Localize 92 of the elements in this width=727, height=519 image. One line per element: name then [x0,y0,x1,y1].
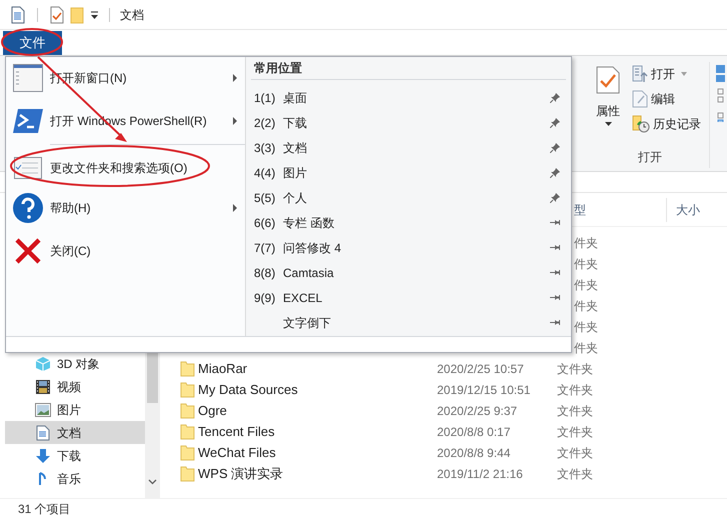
recent-place-item[interactable]: 3(3) 文档 [246,135,571,160]
file-name[interactable]: Ogre [198,400,227,420]
unpinned-icon[interactable] [550,269,561,276]
pin-icon[interactable] [550,167,561,178]
properties-icon[interactable] [50,6,64,24]
date-cell: 2020/2/25 9:37 [437,404,518,418]
date-cell: 2019/12/15 10:51 [437,382,530,396]
group-label: 打开 [638,149,662,166]
picture-icon [35,402,51,416]
recent-place-item[interactable]: 8(8) Camtasia [246,260,571,285]
recent-place-item[interactable]: 文字倒下 [246,310,571,335]
properties-icon [596,66,620,94]
folder-icon [180,360,195,376]
folder-icon [180,424,195,440]
nav-item[interactable]: 视频 [5,375,145,398]
type-cell: 件夹 [574,340,598,354]
nav-item[interactable]: 3D 对象 [5,352,145,375]
menu-item[interactable]: 帮助(H) [6,188,245,228]
pin-icon[interactable] [550,142,561,153]
menu-item[interactable]: 更改文件夹和搜索选项(O) [6,144,245,188]
pin-icon[interactable] [550,117,561,128]
type-cell: 文件夹 [557,446,593,460]
recent-place-item[interactable]: 5(5) 个人 [246,185,571,210]
scroll-down-icon[interactable] [148,479,157,485]
file-name[interactable]: Tencent Files [198,422,275,442]
recent-place-item[interactable]: 7(7) 问答修改 4 [246,235,571,260]
type-cell: 文件夹 [557,404,593,418]
recent-place-item[interactable]: 4(4) 图片 [246,160,571,185]
cube-icon [35,356,51,372]
submenu-arrow-icon [233,204,237,212]
type-cell: 文件夹 [557,362,593,376]
nav-item[interactable]: 下载 [5,444,145,467]
nav-item[interactable]: 图片 [5,398,145,421]
recent-place-item[interactable]: 9(9) EXCEL [246,285,571,310]
caret-icon [604,122,612,126]
column-header[interactable]: 型 [574,200,586,218]
edit-icon [632,90,648,108]
date-cell: 2020/2/25 10:57 [437,362,524,376]
folder-icon [180,444,195,460]
folder-icon [180,402,195,418]
ribbon-button[interactable]: 打开 [632,64,701,84]
dropdown-caret-icon[interactable] [90,10,99,20]
menu-item[interactable]: 关闭(C) [6,231,245,271]
type-cell: 件夹 [574,236,598,250]
terminal-icon [12,108,44,134]
type-cell: 件夹 [574,320,598,334]
download-arrow-icon [35,448,51,464]
help-icon [12,192,44,224]
options-icon [12,157,44,179]
pin-icon[interactable] [550,192,561,203]
nav-item[interactable]: 文档 [5,421,145,444]
date-cell: 2020/8/8 0:17 [437,424,510,438]
recent-place-item[interactable]: 6(6) 专栏 函数 [246,210,571,235]
type-cell: 文件夹 [557,382,593,396]
nav-item[interactable]: 音乐 [5,467,145,490]
panel-heading: 常用位置 [253,60,302,76]
unpinned-icon[interactable] [550,294,561,301]
window-icon [12,64,44,92]
history-icon [632,115,650,133]
unpinned-icon[interactable] [550,244,561,251]
annotation-ellipse [1,28,63,56]
folder-icon [180,382,195,398]
date-cell: 2020/8/8 9:44 [437,446,510,460]
window-title: 文档 [120,6,144,24]
column-header[interactable]: 大小 [676,200,700,218]
file-name[interactable]: My Data Sources [198,380,298,400]
file-name[interactable]: MiaoRar [198,358,248,378]
recent-place-item[interactable]: 2(2) 下载 [246,110,571,135]
document-icon [35,424,51,440]
submenu-arrow-icon [233,117,237,125]
submenu-arrow-icon [233,74,237,82]
ribbon-button[interactable]: 编辑 [632,89,701,109]
file-name[interactable]: WPS 演讲实录 [198,464,284,484]
status-text: 31 个项目 [18,500,71,518]
film-icon [35,378,51,394]
open-icon [632,65,648,83]
properties-button[interactable]: 属性 [588,62,628,134]
type-cell: 文件夹 [557,466,593,480]
file-name[interactable]: WeChat Files [198,442,276,462]
type-cell: 件夹 [574,256,598,270]
type-cell: 件夹 [574,298,598,312]
ribbon-button[interactable]: 历史记录 [632,114,701,134]
type-cell: 文件夹 [557,424,593,438]
folder-icon [180,466,195,482]
pin-icon[interactable] [550,92,561,103]
unpinned-icon[interactable] [550,219,561,226]
document-icon[interactable] [11,6,25,24]
unpinned-icon[interactable] [550,319,561,326]
type-cell: 件夹 [574,278,598,292]
date-cell: 2019/11/2 21:16 [437,466,523,480]
recent-place-item[interactable]: 1(1) 桌面 [246,85,571,110]
caret-icon [681,72,687,76]
